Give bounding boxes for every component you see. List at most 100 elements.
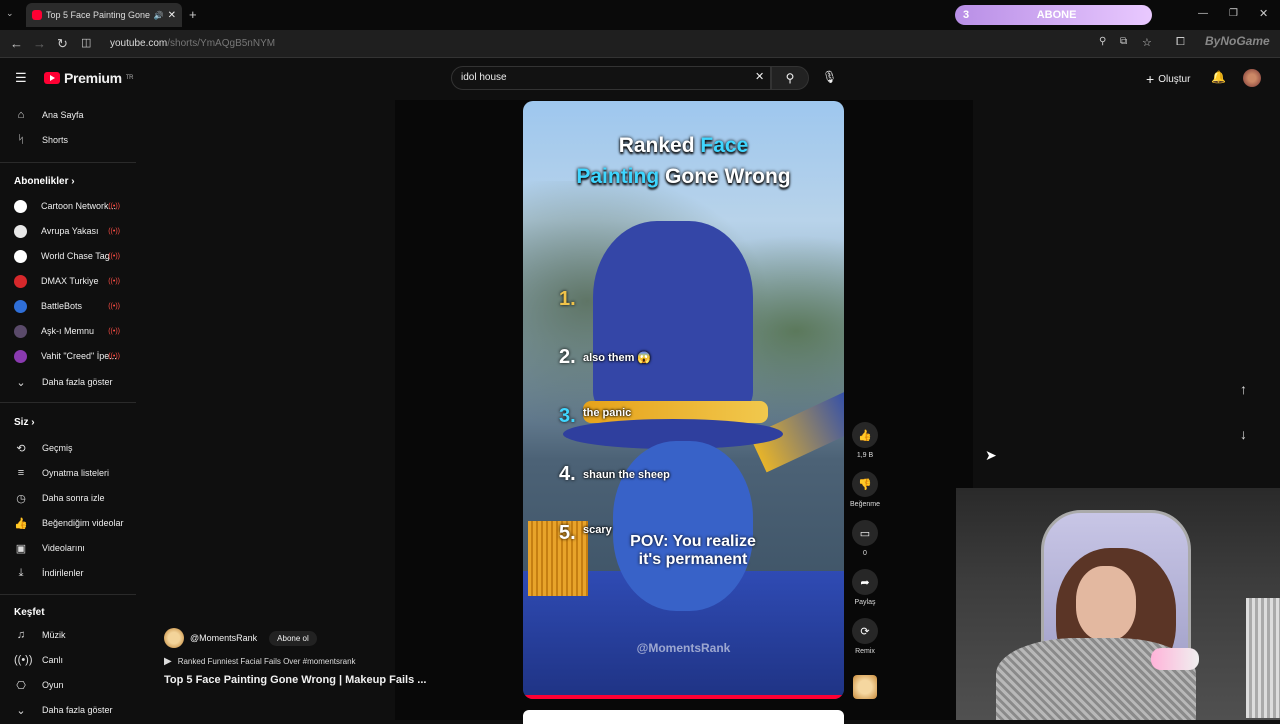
sidebar-item-music[interactable]: ♫ Müzik bbox=[14, 626, 132, 644]
thumbs-up-icon[interactable]: 👍 bbox=[852, 422, 878, 448]
remix-icon[interactable]: ⟳ bbox=[852, 618, 878, 644]
sidebar-item-label: Oynatma listeleri bbox=[42, 468, 110, 478]
create-button[interactable]: + Oluştur bbox=[1146, 71, 1190, 87]
restore-icon[interactable]: ❐ bbox=[1229, 8, 1238, 19]
extensions-icon[interactable]: ⧠ bbox=[1176, 36, 1185, 49]
webcam-overlay bbox=[956, 488, 1280, 720]
clear-search-icon[interactable]: ✕ bbox=[755, 70, 764, 83]
speaker-icon[interactable]: 🔊 bbox=[154, 11, 164, 20]
extension-abone-bar[interactable]: 3 ABONE bbox=[955, 5, 1152, 25]
previous-short-arrow-icon[interactable]: ↑ bbox=[1240, 381, 1247, 397]
sidebar-subscription-ask-i-memnu[interactable]: Aşk-ı Memnu ((•)) bbox=[14, 322, 132, 340]
comment-count: 0 bbox=[863, 550, 867, 557]
sidebar-item-gaming[interactable]: ⎔ Oyun bbox=[14, 676, 132, 694]
install-app-icon[interactable]: ⧉ bbox=[1120, 36, 1127, 47]
comment-icon[interactable]: ▭ bbox=[852, 520, 878, 546]
window-close-icon[interactable]: ✕ bbox=[1259, 7, 1268, 20]
sidebar-item-label: Müzik bbox=[42, 630, 66, 640]
subscriptions-heading[interactable]: Abonelikler › bbox=[14, 176, 75, 187]
dislike-action[interactable]: 👎 Beğenme bbox=[850, 471, 880, 508]
music-icon: ♫ bbox=[16, 629, 26, 641]
sidebar-item-shorts[interactable]: ᛋ Shorts bbox=[14, 131, 132, 149]
minimize-icon[interactable]: — bbox=[1198, 8, 1208, 19]
extension-count: 3 bbox=[963, 9, 970, 21]
sidebar-item-live[interactable]: ((•)) Canlı bbox=[14, 651, 132, 669]
sidebar-item-home[interactable]: ⌂ Ana Sayfa bbox=[14, 106, 132, 124]
url-host: youtube.com bbox=[110, 38, 168, 49]
bookmark-star-icon[interactable]: ☆ bbox=[1142, 36, 1152, 49]
sidebar-item-label: Shorts bbox=[42, 135, 69, 145]
video-caption-title-line2: Painting Gone Wrong bbox=[576, 165, 791, 188]
channel-avatar[interactable] bbox=[164, 628, 184, 648]
sidebar-item-liked-videos[interactable]: 👍 Beğendiğim videolar bbox=[14, 514, 132, 532]
search-button[interactable]: ⚲ bbox=[771, 66, 809, 90]
sidebar-subscription-battlebots[interactable]: BattleBots ((•)) bbox=[14, 297, 132, 315]
tab-list-chevron-icon[interactable]: ⌄ bbox=[6, 8, 14, 19]
url-field[interactable]: youtube.com/shorts/YmAQgB5nNYM bbox=[110, 38, 275, 49]
sound-row[interactable]: ▶ Ranked Funniest Facial Fails Over #mom… bbox=[164, 656, 356, 667]
subscribe-button[interactable]: Abone ol bbox=[269, 630, 317, 646]
new-tab-button[interactable]: + bbox=[189, 7, 197, 22]
url-path: /shorts/YmAQgB5nNYM bbox=[167, 38, 276, 49]
show-more-explore[interactable]: ⌄ Daha fazla göster bbox=[14, 701, 132, 719]
sidebar-subscription-dmax[interactable]: DMAX Turkiye ((•)) bbox=[14, 272, 132, 290]
sidebar-subscription-vahit-creed[interactable]: Vahit "Creed" İpe... ((•)) bbox=[14, 347, 132, 365]
dislike-label: Beğenme bbox=[850, 501, 880, 508]
video-top-hat bbox=[593, 221, 753, 411]
video-watermark: @MomentsRank bbox=[636, 641, 731, 655]
pov-line-1: POV: You realize bbox=[630, 533, 756, 550]
channel-avatar bbox=[14, 324, 27, 338]
menu-icon[interactable]: ☰ bbox=[15, 70, 27, 86]
browser-tab[interactable]: Top 5 Face Painting Gone W 🔊 ✕ bbox=[26, 3, 182, 27]
video-painted-face bbox=[613, 441, 753, 611]
youtube-favicon-icon bbox=[32, 10, 42, 20]
share-icon[interactable]: ➦ bbox=[852, 569, 878, 595]
short-video-player[interactable]: Ranked Face Painting Gone Wrong 1. 2. al… bbox=[523, 101, 844, 699]
divider bbox=[0, 162, 136, 163]
share-action[interactable]: ➦ Paylaş bbox=[852, 569, 878, 606]
sidebar-subscription-avrupa-yakasi[interactable]: Avrupa Yakası ((•)) bbox=[14, 222, 132, 240]
show-more-subscriptions[interactable]: ⌄ Daha fazla göster bbox=[14, 373, 132, 391]
brand-watermark: ByNoGame bbox=[1205, 34, 1270, 48]
video-title[interactable]: Top 5 Face Painting Gone Wrong | Makeup … bbox=[164, 674, 444, 686]
liked-icon: 👍 bbox=[14, 517, 28, 530]
next-short-arrow-icon[interactable]: ↓ bbox=[1240, 426, 1247, 442]
notifications-bell-icon[interactable]: 🔔 bbox=[1211, 70, 1226, 84]
history-icon: ⟲ bbox=[16, 442, 26, 455]
sidebar-item-label: Cartoon Network... bbox=[41, 201, 117, 211]
sidebar-item-playlists[interactable]: ≡ Oynatma listeleri bbox=[14, 464, 132, 482]
channel-name[interactable]: @MomentsRank bbox=[190, 633, 257, 643]
youtube-premium-logo[interactable]: Premium TR bbox=[44, 70, 134, 86]
account-avatar[interactable] bbox=[1243, 69, 1261, 87]
like-action[interactable]: 👍 1,9 B bbox=[852, 422, 878, 459]
next-short-preview[interactable] bbox=[523, 710, 844, 724]
remix-action[interactable]: ⟳ Remix bbox=[852, 618, 878, 655]
you-heading[interactable]: Siz › bbox=[14, 417, 35, 428]
zoom-icon[interactable]: ⚲ bbox=[1099, 36, 1106, 47]
gaming-icon: ⎔ bbox=[16, 679, 26, 692]
rank-number-1: 1. bbox=[559, 288, 576, 310]
live-indicator-icon: ((•)) bbox=[108, 352, 120, 360]
tab-close-icon[interactable]: ✕ bbox=[168, 10, 176, 21]
sidebar-item-your-videos[interactable]: ▣ Videolarını bbox=[14, 539, 132, 557]
downloads-icon: ⤓ bbox=[18, 566, 24, 579]
sidebar-item-downloads[interactable]: ⤓ İndirilenler bbox=[14, 564, 132, 582]
sidebar: ⌂ Ana Sayfa ᛋ Shorts Abonelikler › Cartoon… bbox=[0, 100, 140, 720]
voice-search-icon[interactable]: 🎙 bbox=[822, 70, 837, 84]
sidebar-item-label: Daha fazla göster bbox=[42, 377, 113, 387]
sidebar-panel-icon[interactable]: ◫ bbox=[81, 36, 91, 49]
search-input[interactable]: idol house bbox=[451, 66, 771, 90]
back-icon[interactable]: ← bbox=[10, 36, 23, 51]
forward-icon[interactable]: → bbox=[33, 36, 46, 51]
sidebar-item-watch-later[interactable]: ◷ Daha sonra izle bbox=[14, 489, 132, 507]
like-count: 1,9 B bbox=[856, 452, 874, 459]
sound-channel-thumbnail[interactable] bbox=[853, 675, 877, 699]
comments-action[interactable]: ▭ 0 bbox=[852, 520, 878, 557]
sidebar-item-history[interactable]: ⟲ Geçmiş bbox=[14, 439, 132, 457]
chevron-down-icon: ⌄ bbox=[16, 704, 26, 717]
sidebar-subscription-cartoon-network[interactable]: Cartoon Network... ((•)) bbox=[14, 197, 132, 215]
sidebar-subscription-world-chase-tag[interactable]: World Chase Tag ((•)) bbox=[14, 247, 132, 265]
reload-icon[interactable]: ↻ bbox=[57, 36, 68, 52]
thumbs-down-icon[interactable]: 👎 bbox=[852, 471, 878, 497]
video-progress-bar[interactable] bbox=[523, 695, 844, 699]
